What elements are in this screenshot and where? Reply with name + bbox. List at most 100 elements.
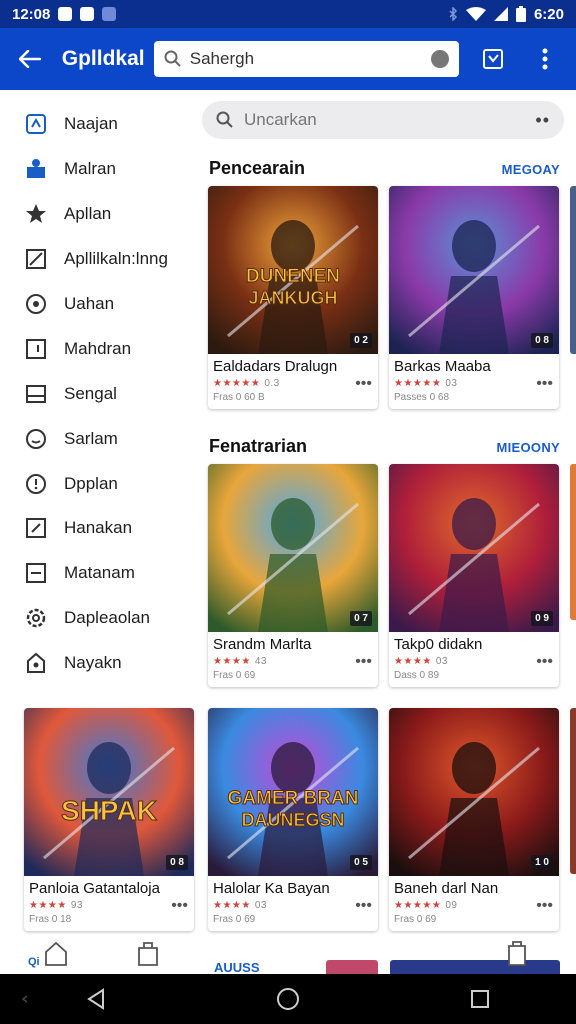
search-input[interactable] [187,48,431,70]
status-bar: 12:08 6:20 [0,0,576,28]
hero-figure [439,554,509,632]
game-artwork: 1 0 [389,708,559,876]
game-artwork: 0 7 [208,464,378,632]
wifi-icon [465,7,486,21]
home-tab-icon[interactable] [44,940,68,966]
star-icons: ★★★★ [213,900,251,911]
rating-stars: ★★★★ 03 [394,656,448,667]
game-card[interactable]: 1 0 Baneh darl Nan ★★★★★ 09 ••• Fras 0 69 [389,708,559,931]
rating-stars: ★★★★★ 03 [394,378,457,389]
star-icons: ★★★★ [29,900,67,911]
sidebar-item[interactable]: Apllilkaln:lnng [0,237,196,282]
back-button[interactable] [14,43,46,75]
section-title: Fenatrarian [209,436,308,456]
game-title: Halolar Ka Bayan [213,880,330,897]
sidebar-item[interactable]: Sengal [0,371,196,416]
mic-icon[interactable] [430,50,449,68]
search-bar[interactable] [153,41,459,77]
rating-stars: ★★★★ 43 [213,656,267,667]
inbox-icon [24,382,48,406]
star-icons: ★★★★ [394,656,432,667]
sidebar-item[interactable]: Uahan [0,282,196,327]
rating-value: 03 [435,656,448,667]
sidebar-item-label: Uahan [64,294,115,313]
nav-home-button[interactable] [266,977,310,1021]
sidebar-item[interactable]: Mahdran [0,326,196,371]
card-badge: 0 2 [350,333,372,348]
sidebar-item[interactable]: Dpplan [0,461,196,506]
hero-figure [439,276,509,354]
game-card[interactable]: DUNENEN JANKUGH 0 2 Ealdadars Dralugn ★★★… [208,186,378,409]
sidebar-item[interactable]: Hanakan [0,506,196,551]
hero-figure [452,742,496,794]
status-time: 12:08 [12,5,51,23]
minus-icon [24,561,48,585]
sidebar-item[interactable]: Malran [0,147,196,192]
star-icons: ★★★★★ [213,378,261,389]
game-title: Ealdadars Dralugn [213,358,338,375]
game-title: Panloia Gatantaloja [29,880,160,897]
battery-icon [515,6,526,22]
card-menu-icon[interactable]: ••• [536,653,553,669]
sidebar-item[interactable]: Dapleaolan [0,596,196,641]
card-peek [326,960,378,974]
game-artwork: 0 8 [389,186,559,354]
system-nav-bar [0,974,576,1024]
sidebar-item-label: Hanakan [64,518,133,538]
section-more-link[interactable]: MIEOONY [497,440,561,455]
edit-icon [24,516,48,540]
card-menu-icon[interactable]: ••• [536,897,553,913]
game-card[interactable]: 0 9 Takp0 didakn ★★★★ 03 ••• Dass 0 89 [389,464,559,687]
game-artwork: 0 9 [389,464,559,632]
settings-icon [24,606,48,630]
nav-recents-button[interactable] [458,977,502,1021]
sidebar-item[interactable]: Naajan [0,102,196,147]
nav-back-button[interactable] [74,977,118,1021]
sidebar-item[interactable]: Apllan [0,192,196,237]
sidebar-item-label: Nayakn [64,653,122,673]
game-card[interactable]: 0 7 Srandm Marlta ★★★★ 43 ••• Fras 0 69 [208,464,378,687]
more-horiz-icon[interactable]: •• [535,110,550,131]
game-subtitle: Fras 0 69 [394,914,437,925]
info-icon [24,472,48,496]
bookmark-button[interactable] [477,42,511,76]
sidebar: Naajan Malran Apllan Apllilkaln:lnng Uahan Ma… [0,92,196,712]
smile-icon [24,427,48,451]
game-title: Baneh darl Nan [394,880,499,897]
hero-figure [452,498,496,550]
game-card[interactable]: GAMER BRAN DAUNEGSN 0 5 Halolar Ka Bayan … [208,708,378,931]
hero-figure [271,498,315,550]
rating-stars: ★★★★★ 09 [394,900,457,911]
section-more-link[interactable]: MEGOAY [502,162,560,177]
sidebar-item[interactable]: Sarlam [0,416,196,461]
content-search-bar[interactable]: •• [202,101,564,139]
game-card[interactable]: 0 8 Barkas Maaba ★★★★★ 03 ••• Passes 0 68 [389,186,559,409]
card-peek [390,960,560,974]
sidebar-item[interactable]: Matanam [0,551,196,596]
game-title: Srandm Marlta [213,636,312,653]
sidebar-item-label: Sengal [64,383,117,403]
bluetooth-icon [449,7,458,21]
card-badge: 0 8 [166,855,188,870]
bag-tab-icon[interactable] [136,940,160,966]
card-menu-icon[interactable]: ••• [355,653,372,669]
card-menu-icon[interactable]: ••• [171,897,188,913]
card-badge: 0 5 [350,855,372,870]
content-search-input[interactable] [242,109,536,131]
game-title: Takp0 didakn [394,636,483,653]
card-menu-icon[interactable]: ••• [355,897,372,913]
card-menu-icon[interactable]: ••• [536,375,553,391]
game-card[interactable]: SHPAK 0 8 Panloia Gatantaloja ★★★★ 93 •••… [24,708,194,931]
game-subtitle: Passes 0 68 [394,392,450,403]
sidebar-item[interactable]: Nayakn [0,641,196,686]
download-icon[interactable] [506,940,528,966]
bag-icon [24,651,48,675]
back-triangle-icon [87,988,104,1010]
rating-value: 03 [254,900,267,911]
game-art-title: DAUNEGSN [241,810,344,830]
more-options-button[interactable] [528,42,562,76]
card-menu-icon[interactable]: ••• [355,375,372,391]
nav-dot-icon [21,995,28,1003]
game-artwork: DUNENEN JANKUGH 0 2 [208,186,378,354]
hero-figure [271,742,315,794]
